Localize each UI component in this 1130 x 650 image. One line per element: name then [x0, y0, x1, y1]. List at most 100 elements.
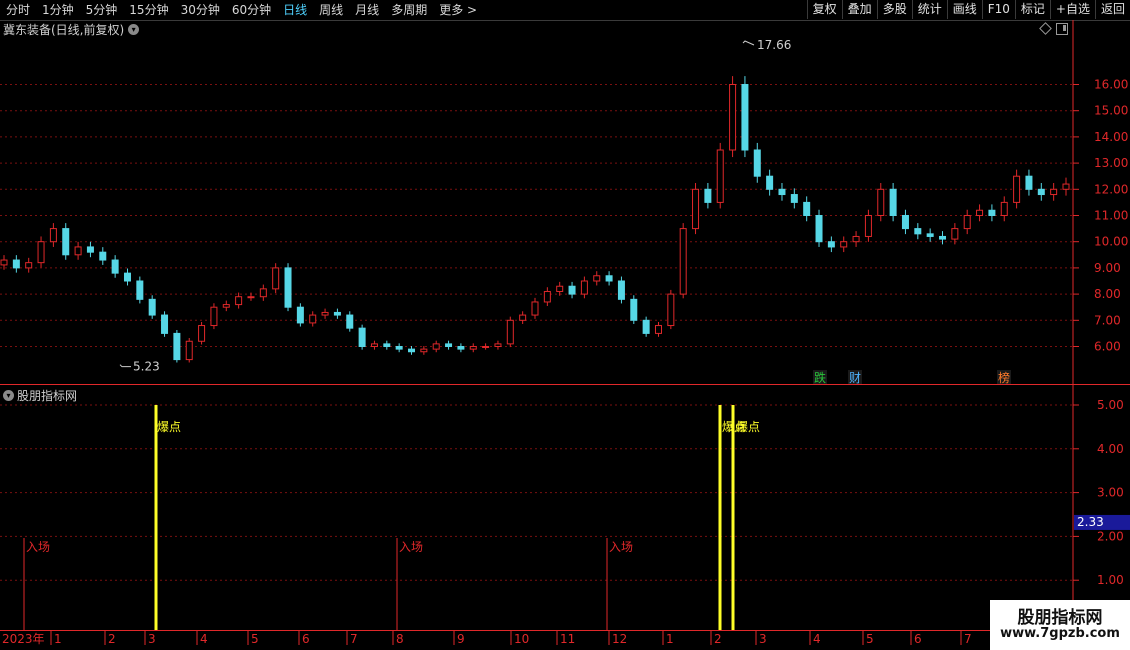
candle-body — [272, 267, 280, 290]
candle-body — [383, 343, 391, 348]
time-label: 3 — [759, 632, 767, 646]
candle-body — [86, 246, 94, 253]
chart-canvas[interactable]: 16.0015.0014.0013.0012.0011.0010.009.008… — [0, 0, 1130, 650]
candle-body — [1050, 188, 1058, 196]
toolbar-button-8[interactable]: 返回 — [1094, 0, 1130, 19]
candle-body — [161, 314, 169, 334]
indicator-tick-label: 3.00 — [1097, 486, 1124, 500]
toolbar-button-3[interactable]: 统计 — [911, 0, 947, 19]
current-value-label: 2.33 — [1077, 515, 1104, 529]
candle-body — [185, 340, 193, 361]
period-tab-6[interactable]: 日线 — [277, 0, 313, 20]
period-tabs: 分时 1分钟 5分钟 15分钟 30分钟 60分钟 日线 周线 月线 多周期 更多 > — [0, 0, 483, 20]
candle-body — [235, 296, 243, 306]
candle-body — [148, 298, 156, 316]
period-tab-4[interactable]: 30分钟 — [175, 0, 226, 20]
toolbar-button-4[interactable]: 画线 — [946, 0, 982, 19]
candle-body — [49, 228, 57, 243]
candle-body — [173, 332, 181, 361]
candle-body — [482, 346, 490, 348]
event-tag-0: 跌 — [814, 370, 826, 385]
candle-body — [593, 275, 601, 282]
time-label: 10 — [514, 632, 529, 646]
candle-body — [408, 348, 416, 353]
candle-body — [136, 280, 144, 300]
candle-body — [370, 343, 378, 348]
candle-body — [259, 288, 267, 298]
candle-body — [0, 259, 8, 266]
time-label: 7 — [350, 632, 358, 646]
candle-body — [420, 348, 428, 353]
candle-body — [778, 188, 786, 196]
candle-body — [766, 175, 774, 190]
price-tick-label: 12.00 — [1094, 182, 1128, 196]
main-chart-title-bar: 冀东装备(日线,前复权) ▾ — [0, 21, 140, 37]
candle-body — [605, 275, 613, 282]
toolbar-button-7[interactable]: +自选 — [1049, 0, 1095, 19]
time-label: 6 — [914, 632, 922, 646]
candle-body — [1013, 175, 1021, 203]
toolbar-button-1[interactable]: 叠加 — [841, 0, 877, 19]
candle-body — [976, 209, 984, 216]
top-toolbar: 分时 1分钟 5分钟 15分钟 30分钟 60分钟 日线 周线 月线 多周期 更多 > 复权 叠加 多股… — [0, 0, 1130, 21]
candle-body — [531, 301, 539, 316]
current-value-box — [1074, 514, 1130, 530]
time-label: 6 — [302, 632, 310, 646]
toolbar-button-6[interactable]: 标记 — [1014, 0, 1050, 19]
candle-body — [12, 259, 20, 269]
watermark-url: www.7gpzb.com — [1000, 626, 1120, 641]
time-label: 3 — [148, 632, 156, 646]
period-tab-10[interactable]: 更多 > — [433, 0, 483, 20]
candle-body — [692, 188, 700, 230]
candle-body — [753, 149, 761, 177]
panel-toggle-icon[interactable] — [1056, 23, 1068, 35]
candle-body — [395, 346, 403, 350]
candle-body — [580, 280, 588, 295]
candle-body — [679, 228, 687, 295]
period-tab-8[interactable]: 月线 — [349, 0, 385, 20]
candle-body — [716, 149, 724, 203]
indicator-tick-label: 1.00 — [1097, 573, 1124, 587]
price-tick-label: 10.00 — [1094, 235, 1128, 249]
diamond-icon[interactable] — [1039, 22, 1052, 35]
toolbar-button-0[interactable]: 复权 — [806, 0, 842, 19]
time-label: 7 — [964, 632, 972, 646]
period-tab-5[interactable]: 60分钟 — [226, 0, 277, 20]
period-tab-7[interactable]: 周线 — [313, 0, 349, 20]
candle-body — [457, 346, 465, 350]
candle-body — [803, 201, 811, 216]
candle-body — [1037, 188, 1045, 196]
low-marker-pointer — [119, 364, 131, 368]
candle-body — [432, 343, 440, 350]
chevron-down-icon[interactable]: ▾ — [3, 389, 14, 401]
period-tab-2[interactable]: 5分钟 — [80, 0, 124, 20]
toolbar-button-5[interactable]: F10 — [981, 0, 1015, 19]
candle-body — [222, 304, 230, 308]
toolbar-button-2[interactable]: 多股 — [876, 0, 912, 19]
candle-body — [790, 194, 798, 203]
period-tab-1[interactable]: 1分钟 — [36, 0, 80, 20]
chevron-down-icon[interactable]: ▾ — [128, 23, 140, 35]
time-label: 2 — [714, 632, 722, 646]
indicator-tick-label: 5.00 — [1097, 398, 1124, 412]
time-label: 2 — [108, 632, 116, 646]
candle-body — [99, 251, 107, 261]
candle-body — [111, 259, 119, 274]
candle-body — [617, 280, 625, 300]
candle-body — [889, 188, 897, 217]
indicator-title: 股朋指标网 — [17, 388, 78, 403]
burst-signal-label: 爆点 — [722, 420, 746, 434]
period-tab-3[interactable]: 15分钟 — [123, 0, 174, 20]
price-tick-label: 6.00 — [1094, 340, 1121, 354]
period-tab-9[interactable]: 多周期 — [385, 0, 433, 20]
time-label: 5 — [251, 632, 259, 646]
time-label: 2023年 — [2, 632, 45, 646]
high-price-label: 17.66 — [757, 38, 791, 52]
period-tab-0[interactable]: 分时 — [0, 0, 36, 20]
candle-body — [506, 319, 514, 345]
candle-body — [321, 311, 329, 316]
candle-body — [284, 267, 292, 308]
stock-title: 冀东装备(日线,前复权) — [3, 22, 125, 37]
event-tag-box — [997, 370, 1011, 384]
candle-body — [333, 311, 341, 316]
